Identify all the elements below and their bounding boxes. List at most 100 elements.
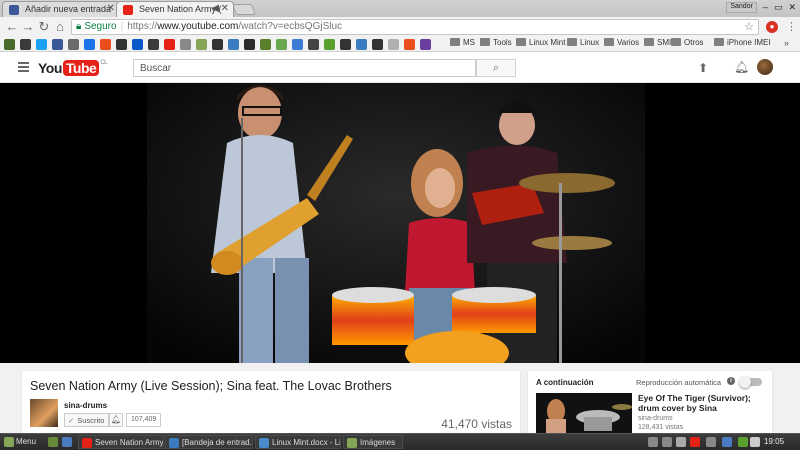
- tab-title: Seven Nation Army (: [139, 4, 222, 14]
- bookmark-icon[interactable]: [68, 39, 79, 50]
- search-input[interactable]: Buscar: [133, 59, 476, 77]
- bookmark-icon[interactable]: [132, 39, 143, 50]
- bookmark-folder[interactable]: Otros: [671, 38, 704, 47]
- bookmark-folder[interactable]: Linux: [567, 38, 599, 47]
- home-icon[interactable]: ⌂: [52, 19, 68, 35]
- bookmark-icon[interactable]: [36, 39, 47, 50]
- bookmark-icon[interactable]: [388, 39, 399, 50]
- account-avatar[interactable]: [757, 59, 773, 75]
- close-tab-icon[interactable]: ✕: [221, 3, 229, 14]
- bookmark-icon[interactable]: [324, 39, 335, 50]
- autoplay-toggle[interactable]: [739, 376, 762, 388]
- extension-icon[interactable]: ●: [766, 21, 778, 33]
- video-frame[interactable]: [147, 83, 645, 363]
- bookmark-icon[interactable]: [228, 39, 239, 50]
- autoplay-label: Reproducción automática: [636, 378, 722, 387]
- system-tray-icon[interactable]: [662, 437, 672, 447]
- info-icon[interactable]: i: [727, 377, 735, 385]
- bookmark-icon[interactable]: [356, 39, 367, 50]
- tab-anadir-entrada[interactable]: Añadir nueva entrada ✕: [2, 1, 120, 17]
- channel-avatar[interactable]: [30, 399, 58, 427]
- view-count: 41,470 vistas: [441, 417, 512, 431]
- bookmark-icon[interactable]: [308, 39, 319, 50]
- close-tab-icon[interactable]: ✕: [107, 3, 115, 14]
- youtube-logo[interactable]: You Tube CL: [38, 60, 107, 76]
- next-video-title[interactable]: Eye Of The Tiger (Survivor); drum cover …: [638, 393, 766, 413]
- start-menu-button[interactable]: Menu: [2, 435, 40, 449]
- bookmark-folder[interactable]: SMI: [644, 38, 671, 47]
- bookmark-icon[interactable]: [180, 39, 191, 50]
- notification-bell-icon[interactable]: 🔔︎: [109, 413, 123, 427]
- app-icon: [259, 438, 269, 448]
- bookmark-icon[interactable]: [20, 39, 31, 50]
- folder-icon: [450, 38, 460, 46]
- profile-button[interactable]: Sandor: [726, 2, 757, 13]
- taskbar-window-label: Linux Mint.docx - Li...: [272, 438, 341, 447]
- bookmark-icon[interactable]: [212, 39, 223, 50]
- taskbar-window-button[interactable]: Seven Nation Army ...: [78, 435, 164, 449]
- lock-icon: 🔒︎: [76, 21, 82, 32]
- channel-name[interactable]: sina-drums: [64, 401, 107, 410]
- back-icon[interactable]: ←: [4, 19, 20, 35]
- subscribed-button[interactable]: ✓ Suscrito: [64, 413, 110, 427]
- bookmark-icon[interactable]: [196, 39, 207, 50]
- reload-icon[interactable]: ↻: [36, 19, 52, 35]
- upload-icon[interactable]: ⬆: [698, 61, 708, 75]
- bookmark-icon[interactable]: [372, 39, 383, 50]
- system-tray-icon[interactable]: [690, 437, 700, 447]
- logo-you: You: [38, 60, 62, 76]
- hamburger-menu-icon[interactable]: [18, 62, 29, 74]
- maximize-icon[interactable]: ▭: [774, 2, 783, 13]
- bookmark-icon[interactable]: [404, 39, 415, 50]
- tab-youtube[interactable]: Seven Nation Army ( ◀ ✕: [116, 1, 234, 17]
- system-tray-icon[interactable]: [750, 437, 760, 447]
- chrome-menu-icon[interactable]: ⋮: [786, 20, 797, 33]
- bookmark-icon[interactable]: [100, 39, 111, 50]
- bookmark-icon[interactable]: [292, 39, 303, 50]
- system-tray-icon[interactable]: [648, 437, 658, 447]
- search-button[interactable]: ⌕: [476, 59, 516, 77]
- bookmark-icon[interactable]: [4, 39, 15, 50]
- url-scheme: https://: [127, 21, 158, 32]
- forward-icon[interactable]: →: [20, 19, 36, 35]
- bookmark-icon[interactable]: [260, 39, 271, 50]
- taskbar-window-button[interactable]: Linux Mint.docx - Li...: [255, 435, 341, 449]
- browser-launcher-icon[interactable]: [62, 437, 72, 447]
- logo-tube: Tube: [62, 60, 100, 76]
- audio-icon[interactable]: ◀: [211, 3, 219, 14]
- bookmarks-overflow-icon[interactable]: »: [784, 38, 789, 48]
- bookmark-folder[interactable]: Varios: [604, 38, 639, 47]
- bookmark-folder[interactable]: iPhone IMEI: [714, 38, 771, 47]
- bookmark-star-icon[interactable]: ☆: [744, 20, 754, 34]
- bookmark-folder[interactable]: Linux Mint: [516, 38, 565, 47]
- bookmark-folder[interactable]: MS: [450, 38, 475, 47]
- address-bar[interactable]: 🔒︎ Seguro | https://www.youtube.com/watch?v…: [71, 19, 759, 35]
- video-player[interactable]: [0, 83, 800, 363]
- bookmark-icon[interactable]: [420, 39, 431, 50]
- taskbar-window-button[interactable]: Imágenes: [343, 435, 403, 449]
- bookmark-icon[interactable]: [52, 39, 63, 50]
- bookmark-folder[interactable]: Tools: [480, 38, 512, 47]
- system-tray-icon[interactable]: [722, 437, 732, 447]
- bookmark-icon[interactable]: [148, 39, 159, 50]
- close-window-icon[interactable]: ✕: [788, 2, 796, 13]
- bookmark-icon[interactable]: [276, 39, 287, 50]
- next-video-thumbnail[interactable]: [536, 393, 632, 435]
- bookmark-icon[interactable]: [244, 39, 255, 50]
- system-tray-icon[interactable]: [706, 437, 716, 447]
- system-tray-icon[interactable]: [676, 437, 686, 447]
- notifications-bell-icon[interactable]: 🔔︎: [734, 60, 749, 74]
- bookmark-icon[interactable]: [116, 39, 127, 50]
- next-video-channel[interactable]: sina-drums: [638, 415, 673, 422]
- clock[interactable]: 19:05: [764, 437, 784, 446]
- minimize-icon[interactable]: –: [763, 2, 768, 13]
- omnibox-separator: |: [120, 21, 124, 32]
- bookmark-icon[interactable]: [164, 39, 175, 50]
- show-desktop-icon[interactable]: [48, 437, 58, 447]
- bookmark-icon[interactable]: [84, 39, 95, 50]
- bookmark-icon[interactable]: [340, 39, 351, 50]
- new-tab-button[interactable]: [231, 4, 257, 15]
- taskbar-window-button[interactable]: [Bandeja de entrad...: [165, 435, 253, 449]
- bookmark-folder-label: iPhone IMEI: [727, 38, 771, 47]
- system-tray-icon[interactable]: [738, 437, 748, 447]
